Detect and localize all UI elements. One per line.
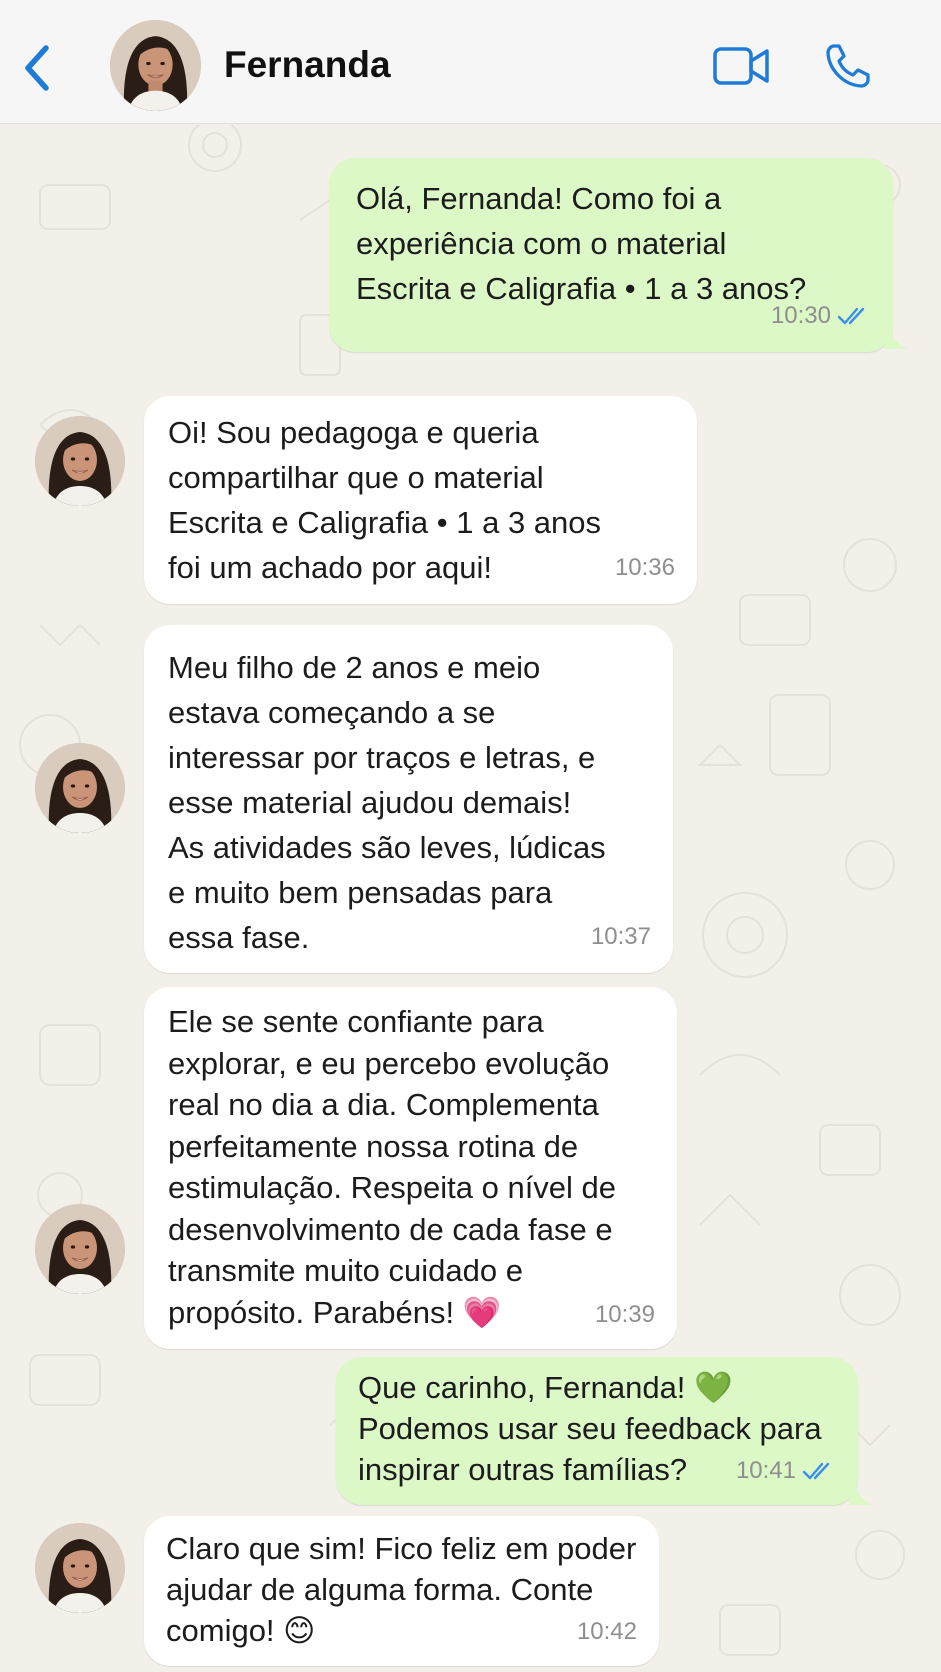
message-bubble-incoming[interactable]: Oi! Sou pedagoga e queria compartilhar q… — [144, 396, 697, 604]
read-receipt-icon — [837, 307, 865, 324]
message-time: 10:30 — [770, 302, 831, 329]
message-text-line: Que carinho, Fernanda! 💚 — [358, 1370, 733, 1405]
message-text-line: foi um achado por aqui! — [168, 550, 492, 585]
message-text-line: Claro que sim! Fico feliz em poder — [166, 1531, 637, 1566]
message-time: 10:39 — [594, 1300, 655, 1328]
message-time: 10:41 — [735, 1457, 796, 1484]
sender-avatar[interactable] — [35, 1523, 125, 1613]
chat-area[interactable]: Olá, Fernanda! Como foi a experiência co… — [0, 125, 941, 1672]
message-text-line: Olá, Fernanda! Como foi a — [356, 181, 722, 216]
message-text-line: propósito. Parabéns! 💗 — [168, 1294, 502, 1330]
sender-avatar[interactable] — [35, 743, 125, 833]
message-text-line: transmite muito cuidado e — [168, 1253, 523, 1288]
message-time: 10:37 — [590, 923, 651, 950]
sender-avatar[interactable] — [35, 416, 125, 506]
message-text-line: Meu filho de 2 anos e meio — [168, 650, 541, 685]
message-text-line: real no dia a dia. Complementa — [168, 1087, 599, 1122]
message-text-line: desenvolvimento de cada fase e — [168, 1211, 613, 1247]
message-bubble-outgoing[interactable]: Olá, Fernanda! Como foi a experiência co… — [329, 158, 893, 352]
message-time: 10:42 — [576, 1618, 637, 1645]
message-text-line: e muito bem pensadas para — [168, 875, 553, 910]
message-meta: 10:36 — [615, 545, 675, 590]
message-text-line: esse material ajudou demais! — [168, 785, 572, 820]
message-text-line: interessar por traços e letras, e — [168, 740, 596, 775]
message-text-line: As atividades são leves, lúdicas — [168, 830, 606, 865]
message-time: 10:36 — [614, 554, 675, 581]
message-text-line: compartilhar que o material — [168, 460, 544, 495]
message-meta: 10:41 — [736, 1450, 836, 1491]
message-text-line: explorar, e eu percebo evolução — [168, 1045, 610, 1081]
message-text-line: Ele se sente confiante para — [168, 1004, 544, 1039]
message-text-line: estimulação. Respeita o nível de — [168, 1170, 617, 1205]
message-text-line: Oi! Sou pedagoga e queria — [168, 415, 539, 450]
contact-avatar[interactable] — [110, 20, 201, 111]
message-text-line: Podemos usar seu feedback para — [358, 1411, 822, 1446]
message-meta: 10:42 — [577, 1611, 637, 1652]
bubble-tail — [849, 1481, 873, 1505]
message-text-line: experiência com o material — [356, 226, 727, 261]
chat-header: Fernanda — [0, 0, 941, 124]
message-meta: 10:30 — [771, 293, 871, 338]
read-receipt-icon — [802, 1462, 830, 1479]
chevron-left-icon[interactable] — [20, 42, 52, 94]
message-text-line: perfeitamente nossa rotina de — [168, 1128, 579, 1164]
message-meta: 10:37 — [591, 914, 651, 959]
message-meta: 10:39 — [595, 1294, 655, 1336]
message-text-line: Escrita e Caligrafia • 1 a 3 anos — [168, 505, 602, 540]
sender-avatar[interactable] — [35, 1204, 125, 1294]
phone-icon[interactable] — [824, 42, 872, 90]
message-text-line: estava começando a se — [168, 695, 496, 730]
video-camera-icon[interactable] — [712, 44, 772, 88]
message-bubble-incoming[interactable]: Claro que sim! Fico feliz em poder ajuda… — [144, 1516, 659, 1666]
message-text-line: essa fase. — [168, 920, 310, 955]
message-text-line: comigo! 😊 — [166, 1613, 316, 1648]
contact-name[interactable]: Fernanda — [224, 44, 391, 86]
bubble-tail — [884, 325, 908, 349]
message-bubble-incoming[interactable]: Meu filho de 2 anos e meio estava começa… — [144, 625, 673, 973]
message-bubble-incoming[interactable]: Ele se sente confiante para explorar, e … — [144, 987, 677, 1349]
message-bubble-outgoing[interactable]: Que carinho, Fernanda! 💚 Podemos usar se… — [336, 1357, 858, 1505]
message-text-line: ajudar de alguma forma. Conte — [166, 1572, 594, 1607]
